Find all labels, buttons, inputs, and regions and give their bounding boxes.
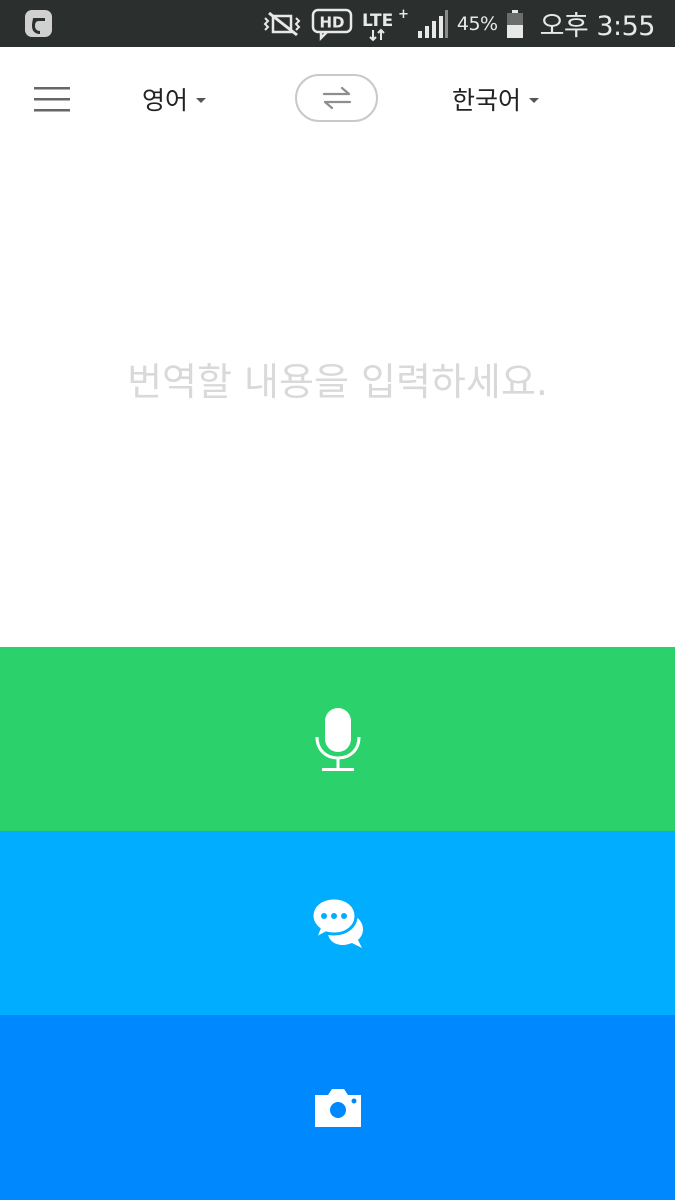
target-language-select[interactable]: 한국어 [452,79,540,119]
app-icon [25,10,52,37]
translation-input-area[interactable]: 번역할 내용을 입력하세요. [0,151,675,647]
chevron-down-icon [196,97,207,103]
chevron-down-icon [529,97,540,103]
hd-icon: HD [311,8,353,41]
camera-translate-button[interactable] [0,1015,675,1200]
svg-text:HD: HD [319,13,344,31]
swap-arrows-icon [322,86,351,110]
conversation-mode-button[interactable] [0,831,675,1015]
svg-text:LTE: LTE [362,11,393,31]
svg-text:+: + [398,7,409,22]
status-bar: HD LTE + 45% 오후 3:55 [0,0,675,47]
chat-bubbles-icon [309,896,363,948]
input-placeholder: 번역할 내용을 입력하세요. [127,359,548,404]
hamburger-menu-icon [34,87,70,112]
voice-input-button[interactable] [0,647,675,831]
camera-icon [314,1088,361,1127]
source-language-select[interactable]: 영어 [142,79,207,119]
source-language-label: 영어 [142,86,189,115]
status-icons: HD LTE + 45% 오후 3:55 [263,0,656,47]
language-toolbar: 영어 한국어 [0,47,675,151]
target-language-label: 한국어 [452,86,522,115]
status-clock: 오후 3:55 [539,11,656,42]
menu-button[interactable] [28,80,78,120]
microphone-icon [315,708,360,771]
swap-languages-button[interactable] [295,74,378,122]
signal-icon [417,9,448,38]
lte-icon: LTE + [362,7,409,41]
battery-icon [506,9,523,38]
battery-percent: 45% [456,12,498,35]
vibrate-icon [263,11,301,36]
